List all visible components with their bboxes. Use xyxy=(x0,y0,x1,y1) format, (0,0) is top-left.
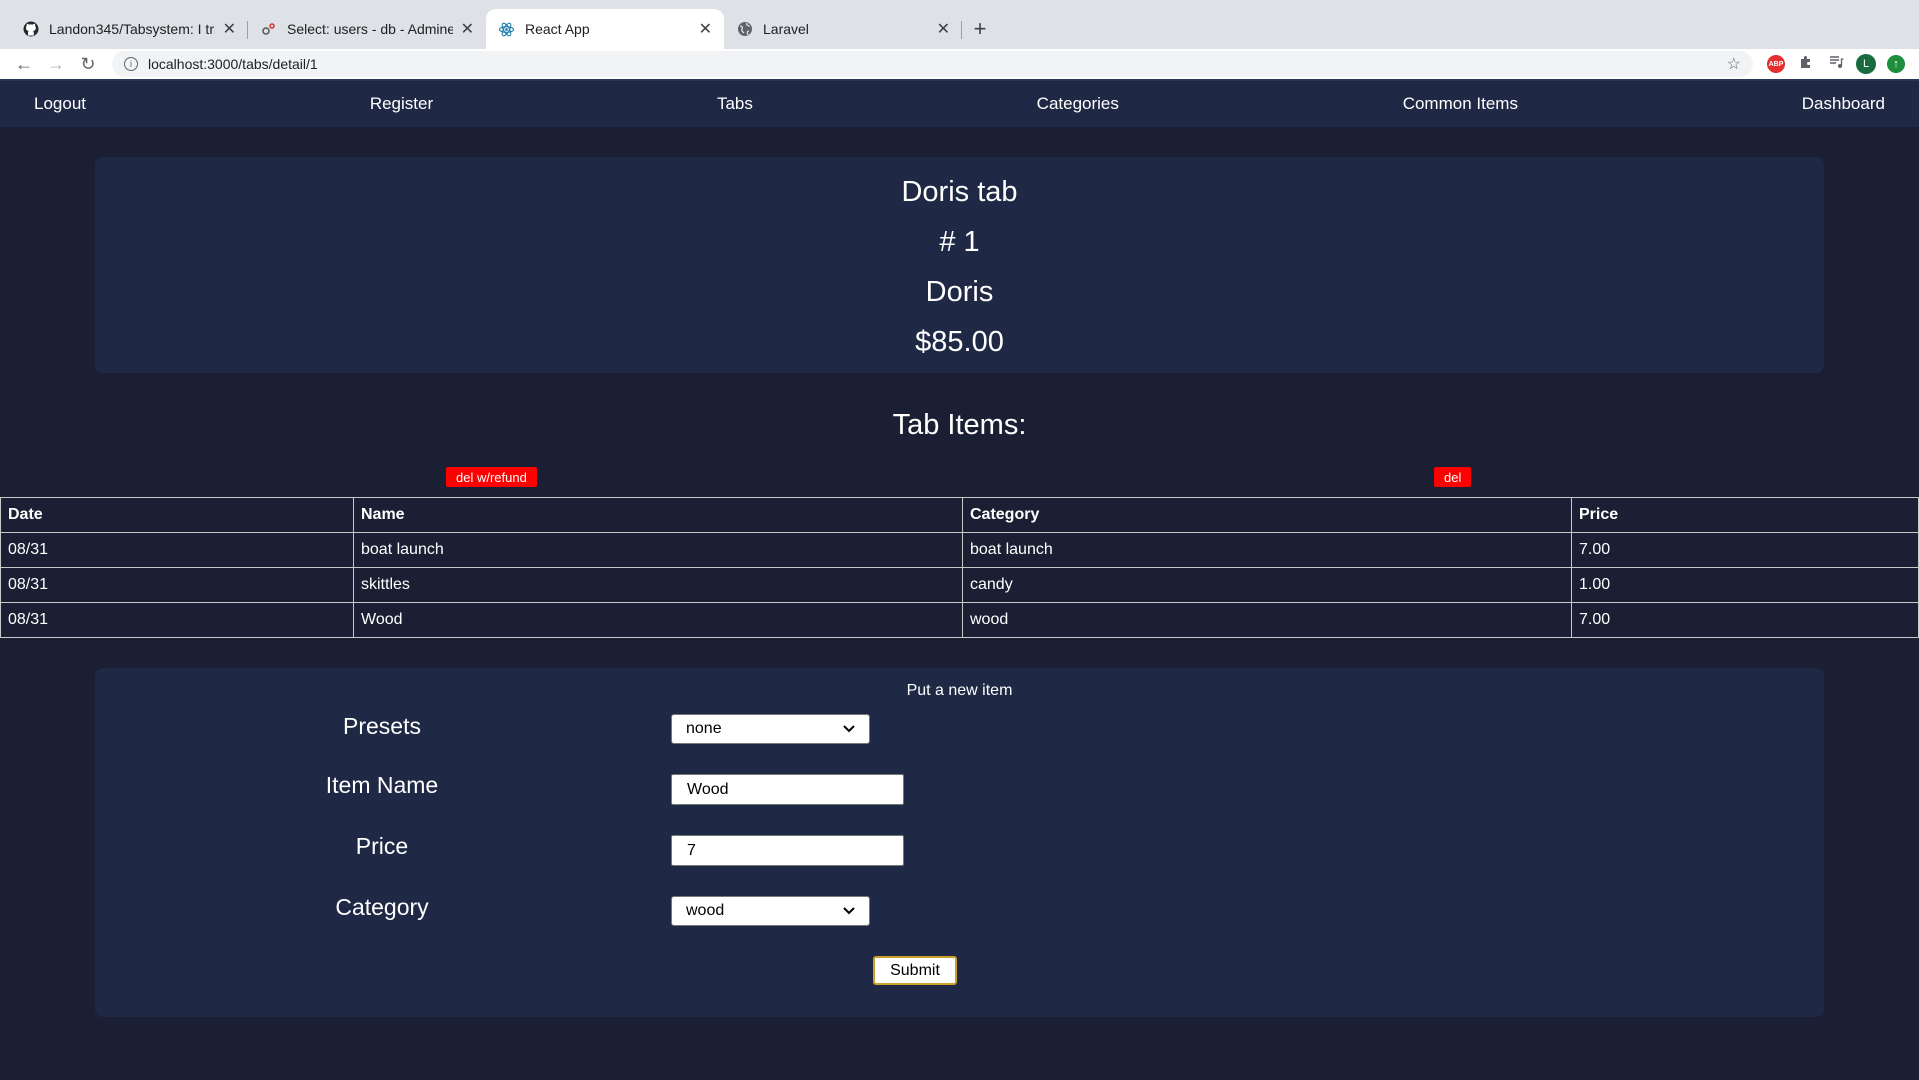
media-queue-icon xyxy=(1828,54,1844,75)
delete-button[interactable]: del xyxy=(1434,467,1472,487)
browser-tab-title: Laravel xyxy=(763,21,809,37)
close-icon[interactable]: ✕ xyxy=(223,19,236,39)
item-actions-row: del w/refund del xyxy=(0,467,1919,497)
browser-tab-adminer[interactable]: Select: users - db - Adminer ✕ xyxy=(248,9,486,49)
update-button[interactable]: ↑ xyxy=(1881,49,1911,79)
browser-toolbar: ← → ↻ i localhost:3000/tabs/detail/1 ☆ A… xyxy=(0,49,1919,79)
cell-category: candy xyxy=(962,567,1572,603)
table-header-row: Date Name Category Price xyxy=(0,497,1919,533)
nav-dashboard[interactable]: Dashboard xyxy=(1802,94,1885,114)
cell-price: 7.00 xyxy=(1571,532,1919,568)
presets-selected-value: none xyxy=(686,720,722,737)
nav-register[interactable]: Register xyxy=(370,94,433,114)
chevron-down-icon xyxy=(843,720,855,738)
category-selected-value: wood xyxy=(686,902,725,919)
arrow-left-icon: ← xyxy=(15,53,33,74)
nav-tabs[interactable]: Tabs xyxy=(717,94,753,114)
browser-tab-title: Landon345/Tabsystem: I tried xyxy=(49,21,215,37)
app-navbar: Logout Register Tabs Categories Common I… xyxy=(0,79,1919,127)
submit-button[interactable]: Submit xyxy=(873,956,957,985)
browser-tab-strip: Landon345/Tabsystem: I tried ✕ Select: u… xyxy=(0,0,1919,49)
tab-title: Doris tab xyxy=(901,176,1018,208)
avatar: L xyxy=(1856,54,1876,74)
cell-category: wood xyxy=(962,602,1572,638)
new-item-form: Put a new item Presets none Item Name Pr… xyxy=(95,668,1824,1017)
react-icon xyxy=(498,21,515,38)
cell-price: 1.00 xyxy=(1571,567,1919,603)
nav-common-items[interactable]: Common Items xyxy=(1403,94,1518,114)
presets-label: Presets xyxy=(343,713,421,739)
cell-date: 08/31 xyxy=(0,567,354,603)
cell-price: 7.00 xyxy=(1571,602,1919,638)
globe-icon xyxy=(736,21,753,38)
browser-tab-react-app[interactable]: React App ✕ xyxy=(486,9,724,49)
adblock-extension-button[interactable]: ABP xyxy=(1761,49,1791,79)
presets-select[interactable]: none xyxy=(671,714,870,744)
item-name-label: Item Name xyxy=(325,772,439,798)
category-label: Category xyxy=(335,894,429,920)
reload-icon: ↻ xyxy=(80,53,96,74)
form-title: Put a new item xyxy=(906,682,1013,699)
table-row[interactable]: 08/31 Wood wood 7.00 xyxy=(0,602,1919,638)
column-header-price: Price xyxy=(1571,497,1919,533)
table-row[interactable]: 08/31 boat launch boat launch 7.00 xyxy=(0,532,1919,568)
github-icon xyxy=(22,21,39,38)
price-label: Price xyxy=(355,833,409,859)
tab-summary-card: Doris tab # 1 Doris $85.00 xyxy=(95,157,1824,373)
close-icon[interactable]: ✕ xyxy=(699,19,712,39)
column-header-name: Name xyxy=(353,497,963,533)
tab-items-table: Date Name Category Price 08/31 boat laun… xyxy=(0,497,1919,638)
bookmark-star-icon[interactable]: ☆ xyxy=(1727,54,1741,74)
adblock-icon: ABP xyxy=(1767,55,1785,73)
plus-icon: + xyxy=(973,16,987,41)
url-text[interactable]: localhost:3000/tabs/detail/1 xyxy=(148,56,1727,72)
arrow-right-icon: → xyxy=(47,53,65,74)
extensions-button[interactable] xyxy=(1791,49,1821,79)
adminer-icon xyxy=(260,21,277,38)
cell-date: 08/31 xyxy=(0,602,354,638)
profile-button[interactable]: L xyxy=(1851,49,1881,79)
browser-tab-laravel[interactable]: Laravel ✕ xyxy=(724,9,962,49)
address-bar[interactable]: i localhost:3000/tabs/detail/1 ☆ xyxy=(112,51,1753,77)
new-tab-button[interactable]: + xyxy=(962,9,998,49)
cell-name: skittles xyxy=(353,567,963,603)
cell-name: Wood xyxy=(353,602,963,638)
price-input[interactable] xyxy=(671,835,904,866)
arrow-up-icon: ↑ xyxy=(1887,55,1905,73)
item-name-input[interactable] xyxy=(671,774,904,805)
tab-number: # 1 xyxy=(939,226,980,258)
close-icon[interactable]: ✕ xyxy=(461,19,474,39)
reload-button[interactable]: ↻ xyxy=(72,49,104,79)
cell-category: boat launch xyxy=(962,532,1572,568)
info-icon[interactable]: i xyxy=(124,57,138,71)
back-button[interactable]: ← xyxy=(8,49,40,79)
nav-categories[interactable]: Categories xyxy=(1037,94,1119,114)
category-select[interactable]: wood xyxy=(671,896,870,926)
browser-tab-title: React App xyxy=(525,21,590,37)
tab-total: $85.00 xyxy=(915,326,1004,358)
cell-name: boat launch xyxy=(353,532,963,568)
puzzle-icon xyxy=(1798,54,1814,75)
close-icon[interactable]: ✕ xyxy=(937,19,950,39)
table-row[interactable]: 08/31 skittles candy 1.00 xyxy=(0,567,1919,603)
browser-tab-github[interactable]: Landon345/Tabsystem: I tried ✕ xyxy=(10,9,248,49)
chevron-down-icon xyxy=(843,902,855,920)
cell-date: 08/31 xyxy=(0,532,354,568)
forward-button[interactable]: → xyxy=(40,49,72,79)
nav-logout[interactable]: Logout xyxy=(34,94,86,114)
tab-owner: Doris xyxy=(925,276,994,308)
delete-with-refund-button[interactable]: del w/refund xyxy=(446,467,537,487)
browser-tab-title: Select: users - db - Adminer xyxy=(287,21,453,37)
tab-items-heading: Tab Items: xyxy=(892,409,1027,441)
reading-list-button[interactable] xyxy=(1821,49,1851,79)
column-header-category: Category xyxy=(962,497,1572,533)
column-header-date: Date xyxy=(0,497,354,533)
